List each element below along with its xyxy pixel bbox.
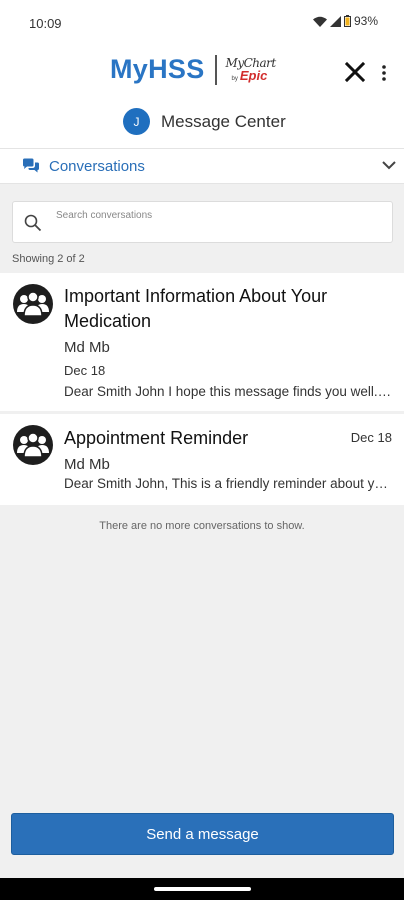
- conversation-subject: Appointment Reminder: [64, 428, 249, 448]
- conversation-sender: Md Mb: [64, 339, 110, 356]
- conversation-preview: Dear Smith John, This is a friendly remi…: [64, 476, 394, 491]
- send-message-button[interactable]: Send a message: [11, 813, 394, 855]
- signal-icon: [329, 15, 341, 27]
- group-avatar-icon: [13, 425, 53, 465]
- close-icon: [344, 61, 366, 83]
- mychart-logo: MyChart by Epic: [226, 57, 277, 82]
- conversation-sender: Md Mb: [64, 456, 110, 473]
- system-nav-bar: [0, 878, 404, 900]
- end-of-list-message: There are no more conversations to show.: [99, 520, 305, 532]
- close-button[interactable]: [343, 60, 367, 84]
- conversations-label: Conversations: [49, 158, 145, 175]
- app-header: MyHSS MyChart by Epic J Message Center: [0, 44, 404, 148]
- page-title: Message Center: [161, 111, 286, 131]
- conversation-item[interactable]: Appointment Reminder Dec 18 Md Mb Dear S…: [0, 414, 404, 505]
- conversation-subject: Important Information About Your Medicat…: [64, 286, 328, 331]
- chevron-down-icon: [382, 161, 396, 170]
- by-text: by: [231, 76, 238, 82]
- epic-text: Epic: [239, 68, 268, 83]
- message-center-heading: J Message Center: [123, 108, 286, 135]
- more-options-button[interactable]: [378, 62, 390, 84]
- conversation-preview: Dear Smith John I hope this message find…: [64, 384, 394, 399]
- conversation-item[interactable]: Important Information About Your Medicat…: [0, 273, 404, 411]
- home-gesture-handle[interactable]: [154, 887, 251, 891]
- wifi-icon: [312, 16, 327, 27]
- battery-icon: [343, 15, 351, 27]
- conversations-dropdown[interactable]: Conversations: [0, 148, 404, 184]
- user-avatar[interactable]: J: [123, 108, 150, 135]
- conversation-date: Dec 18: [350, 430, 392, 445]
- more-vertical-icon: [382, 65, 386, 81]
- status-bar: 10:09 93%: [0, 0, 404, 44]
- epic-line: by Epic: [232, 69, 276, 82]
- status-icons: 93%: [312, 14, 378, 28]
- search-box[interactable]: [12, 201, 393, 243]
- group-avatar-icon: [13, 284, 53, 324]
- search-input[interactable]: [56, 206, 376, 224]
- status-time: 10:09: [29, 16, 62, 31]
- conversation-date: Dec 18: [64, 363, 106, 378]
- brand-logo: MyHSS MyChart by Epic: [110, 54, 276, 85]
- battery-percent: 93%: [353, 14, 378, 28]
- brand-name: MyHSS: [110, 54, 205, 84]
- chat-bubbles-icon: [23, 158, 39, 173]
- brand-divider: [214, 54, 217, 85]
- search-icon: [24, 214, 42, 232]
- result-count: Showing 2 of 2: [12, 253, 85, 265]
